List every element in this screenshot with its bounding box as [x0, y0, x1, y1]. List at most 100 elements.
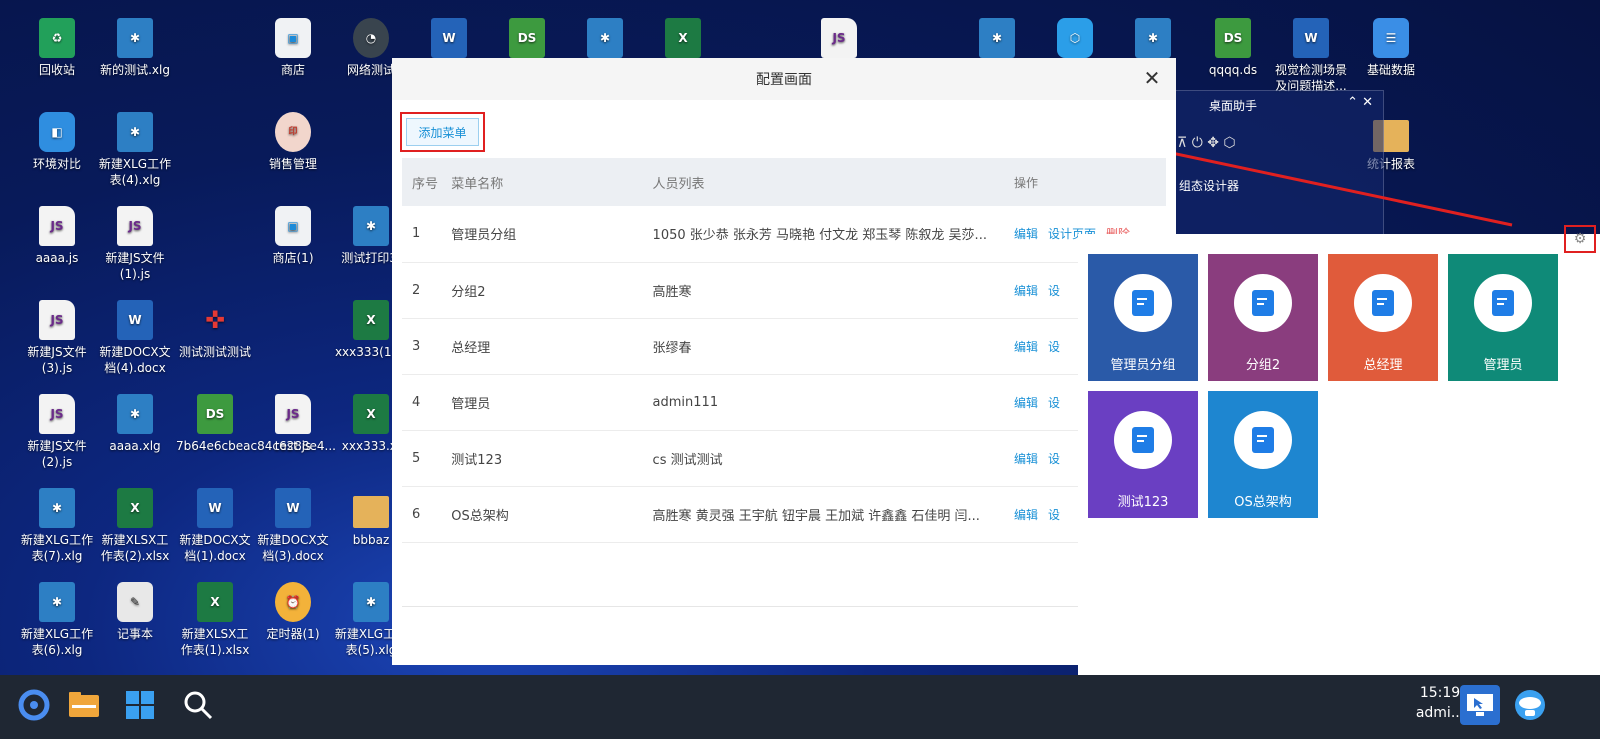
desktop-icon-item[interactable]: JS test.js — [254, 394, 332, 454]
menu-tile[interactable]: 总经理 — [1328, 254, 1438, 381]
desktop-icon-item[interactable]: ▣ 商店 — [254, 18, 332, 78]
windows-icon[interactable] — [120, 685, 160, 725]
row-index: 4 — [402, 374, 452, 431]
desktop-icon-item[interactable]: JS — [800, 18, 878, 62]
desktop-icon-label: 新建JS文件(1).js — [105, 251, 165, 281]
js-file-icon: JS — [821, 18, 857, 58]
shop-file-icon: ▣ — [275, 206, 311, 246]
design-page-link[interactable]: 设 — [1048, 396, 1060, 410]
table-body: 1 管理员分组 1050 张少恭 张永芳 马晓艳 付文龙 郑玉琴 陈叙龙 吴莎...… — [402, 206, 1166, 543]
row-people: 高胜寒 — [652, 262, 1014, 319]
edit-link[interactable]: 编辑 — [1014, 340, 1038, 354]
gear-icon[interactable]: ⚙ — [1574, 231, 1587, 247]
js-file-icon: JS — [39, 206, 75, 246]
design-page-link[interactable]: 设 — [1048, 284, 1060, 298]
desktop-icon-item[interactable]: ✱ 新建XLG工作表(6).xlg — [18, 582, 96, 658]
xlg-file-icon: ✱ — [117, 18, 153, 58]
assistant-bot-icon[interactable] — [1510, 685, 1550, 725]
stamp-file-icon: 印 — [275, 112, 311, 152]
row-menu-name: 管理员分组 — [451, 206, 653, 263]
edit-link[interactable]: 编辑 — [1014, 227, 1038, 241]
menu-tile[interactable]: 管理员分组 — [1088, 254, 1198, 381]
design-page-link[interactable]: 设 — [1048, 340, 1060, 354]
desktop-icon-item[interactable]: ♻ 回收站 — [18, 18, 96, 78]
design-page-link[interactable]: 设 — [1048, 452, 1060, 466]
docx-file-icon: W — [117, 300, 153, 340]
desktop-icon-item[interactable]: W 新建DOCX文档(4).docx — [96, 300, 174, 376]
desktop-icon-item[interactable]: ✜ 测试测试测试 — [176, 300, 254, 360]
row-people: 1050 张少恭 张永芳 马晓艳 付文龙 郑玉琴 陈叙龙 吴莎... — [652, 206, 1014, 263]
desktop-icon-item[interactable]: ✱ 新建XLG工作表(4).xlg — [96, 112, 174, 188]
file-manager-icon[interactable] — [64, 685, 104, 725]
assistant-controls[interactable]: ⌃ ✕ — [1347, 95, 1373, 110]
desktop-icon-item[interactable]: W 视觉检测场景及问题描述... — [1272, 18, 1350, 94]
desktop-icon-item[interactable]: ⏰ 定时器(1) — [254, 582, 332, 642]
row-index: 1 — [402, 206, 452, 263]
desktop-icon-item[interactable]: DS 7b64e6cbeac84c6288e4... — [176, 394, 336, 454]
red-file-icon: ✜ — [204, 306, 226, 334]
desktop-icon-item[interactable]: ▣ 商店(1) — [254, 206, 332, 266]
desktop-icon-item[interactable]: ⬡ — [1036, 18, 1114, 62]
table-row: 4 管理员 admin111 编辑设 — [402, 374, 1166, 431]
desktop-icon-item[interactable]: ✱ 新建XLG工作表(7).xlg — [18, 488, 96, 564]
desktop-icon-item[interactable]: DS qqqq.ds — [1194, 18, 1272, 78]
xlg-file-icon: ✱ — [587, 18, 623, 58]
menu-tile[interactable]: 测试123 — [1088, 391, 1198, 518]
desktop-icon-item[interactable]: ✱ aaaa.xlg — [96, 394, 174, 454]
desktop-monitor-icon[interactable] — [1460, 685, 1500, 725]
desktop-icon-item[interactable]: JS aaaa.js — [18, 206, 96, 266]
tile-icon-circle — [1474, 274, 1532, 332]
docx-file-icon: W — [275, 488, 311, 528]
xlg-file-icon: ✱ — [353, 582, 389, 622]
desktop-icon-label: 新建DOCX文档(1).docx — [179, 533, 251, 563]
col-menu-name: 菜单名称 — [451, 176, 504, 192]
desktop-icon-item[interactable]: ☰ 基础数据 — [1352, 18, 1430, 78]
edit-link[interactable]: 编辑 — [1014, 396, 1038, 410]
desktop-icon-item[interactable]: X 新建XLSX工作表(1).xlsx — [176, 582, 254, 658]
col-index: 序号 — [412, 176, 439, 192]
row-people: 高胜寒 黄灵强 王宇航 钮宇晨 王加斌 许鑫鑫 石佳明 闫... — [652, 486, 1014, 543]
edit-link[interactable]: 编辑 — [1014, 284, 1038, 298]
desktop-icon-item[interactable]: ◧ 环境对比 — [18, 112, 96, 172]
desktop-icon-item[interactable]: ✱ — [566, 18, 644, 62]
desktop-icon-label: 测试测试测试 — [178, 345, 251, 359]
assistant-title: 桌面助手 — [1209, 99, 1258, 113]
xlsx-file-icon: X — [353, 394, 389, 434]
docx-file-icon: W — [431, 18, 467, 58]
desktop-icon-item[interactable]: JS 新建JS文件(3).js — [18, 300, 96, 376]
menu-tile[interactable]: 分组2 — [1208, 254, 1318, 381]
desktop-icon-item[interactable]: DS — [488, 18, 566, 62]
add-menu-button[interactable]: 添加菜单 — [406, 118, 479, 146]
desktop-icon-item[interactable]: W — [410, 18, 488, 62]
document-edit-icon — [1492, 290, 1514, 316]
search-icon[interactable] — [178, 685, 218, 725]
menu-table: 序号 菜单名称 人员列表 操作 1 管理员分组 1050 张少恭 张永芳 马晓艳 付… — [402, 158, 1166, 543]
table-row: 6 OS总架构 高胜寒 黄灵强 王宇航 钮宇晨 王加斌 许鑫鑫 石佳明 闫... 编辑… — [402, 486, 1166, 543]
divider — [402, 606, 1166, 607]
xlg-file-icon: ✱ — [979, 18, 1015, 58]
desktop-icon-item[interactable]: X — [644, 18, 722, 62]
desktop-icon-item[interactable]: X 新建XLSX工作表(2).xlsx — [96, 488, 174, 564]
document-edit-icon — [1132, 290, 1154, 316]
desktop-icon-item[interactable]: JS 新建JS文件(2).js — [18, 394, 96, 470]
desktop-icon-item[interactable]: ✱ 新的测试.xlg — [96, 18, 174, 78]
xlg-file-icon: ✱ — [39, 488, 75, 528]
menu-tile[interactable]: OS总架构 — [1208, 391, 1318, 518]
tile-label: 测试123 — [1117, 495, 1169, 510]
table-row: 1 管理员分组 1050 张少恭 张永芳 马晓艳 付文龙 郑玉琴 陈叙龙 吴莎...… — [402, 206, 1166, 263]
edit-link[interactable]: 编辑 — [1014, 452, 1038, 466]
desktop-icon-item[interactable]: JS 新建JS文件(1).js — [96, 206, 174, 282]
edit-link[interactable]: 编辑 — [1014, 508, 1038, 522]
design-page-link[interactable]: 设 — [1048, 508, 1060, 522]
desktop-icon-item[interactable]: 印销售管理 — [254, 112, 332, 172]
menu-tile[interactable]: 管理员 — [1448, 254, 1558, 381]
desktop-icon-label: 定时器(1) — [266, 627, 320, 641]
start-menu-icon[interactable] — [14, 685, 54, 725]
assistant-toolbar[interactable]: ⊼ ⏻ ✥ ⬡ — [1177, 135, 1236, 151]
desktop-icon-item[interactable]: ✱ — [958, 18, 1036, 62]
desktop-icon-item[interactable]: ✎ 记事本 — [96, 582, 174, 642]
close-icon[interactable]: ✕ — [1142, 68, 1162, 88]
desktop-icon-item[interactable]: W 新建DOCX文档(3).docx — [254, 488, 332, 564]
desktop-icon-label: 新建DOCX文档(3).docx — [257, 533, 329, 563]
desktop-icon-item[interactable]: W 新建DOCX文档(1).docx — [176, 488, 254, 564]
